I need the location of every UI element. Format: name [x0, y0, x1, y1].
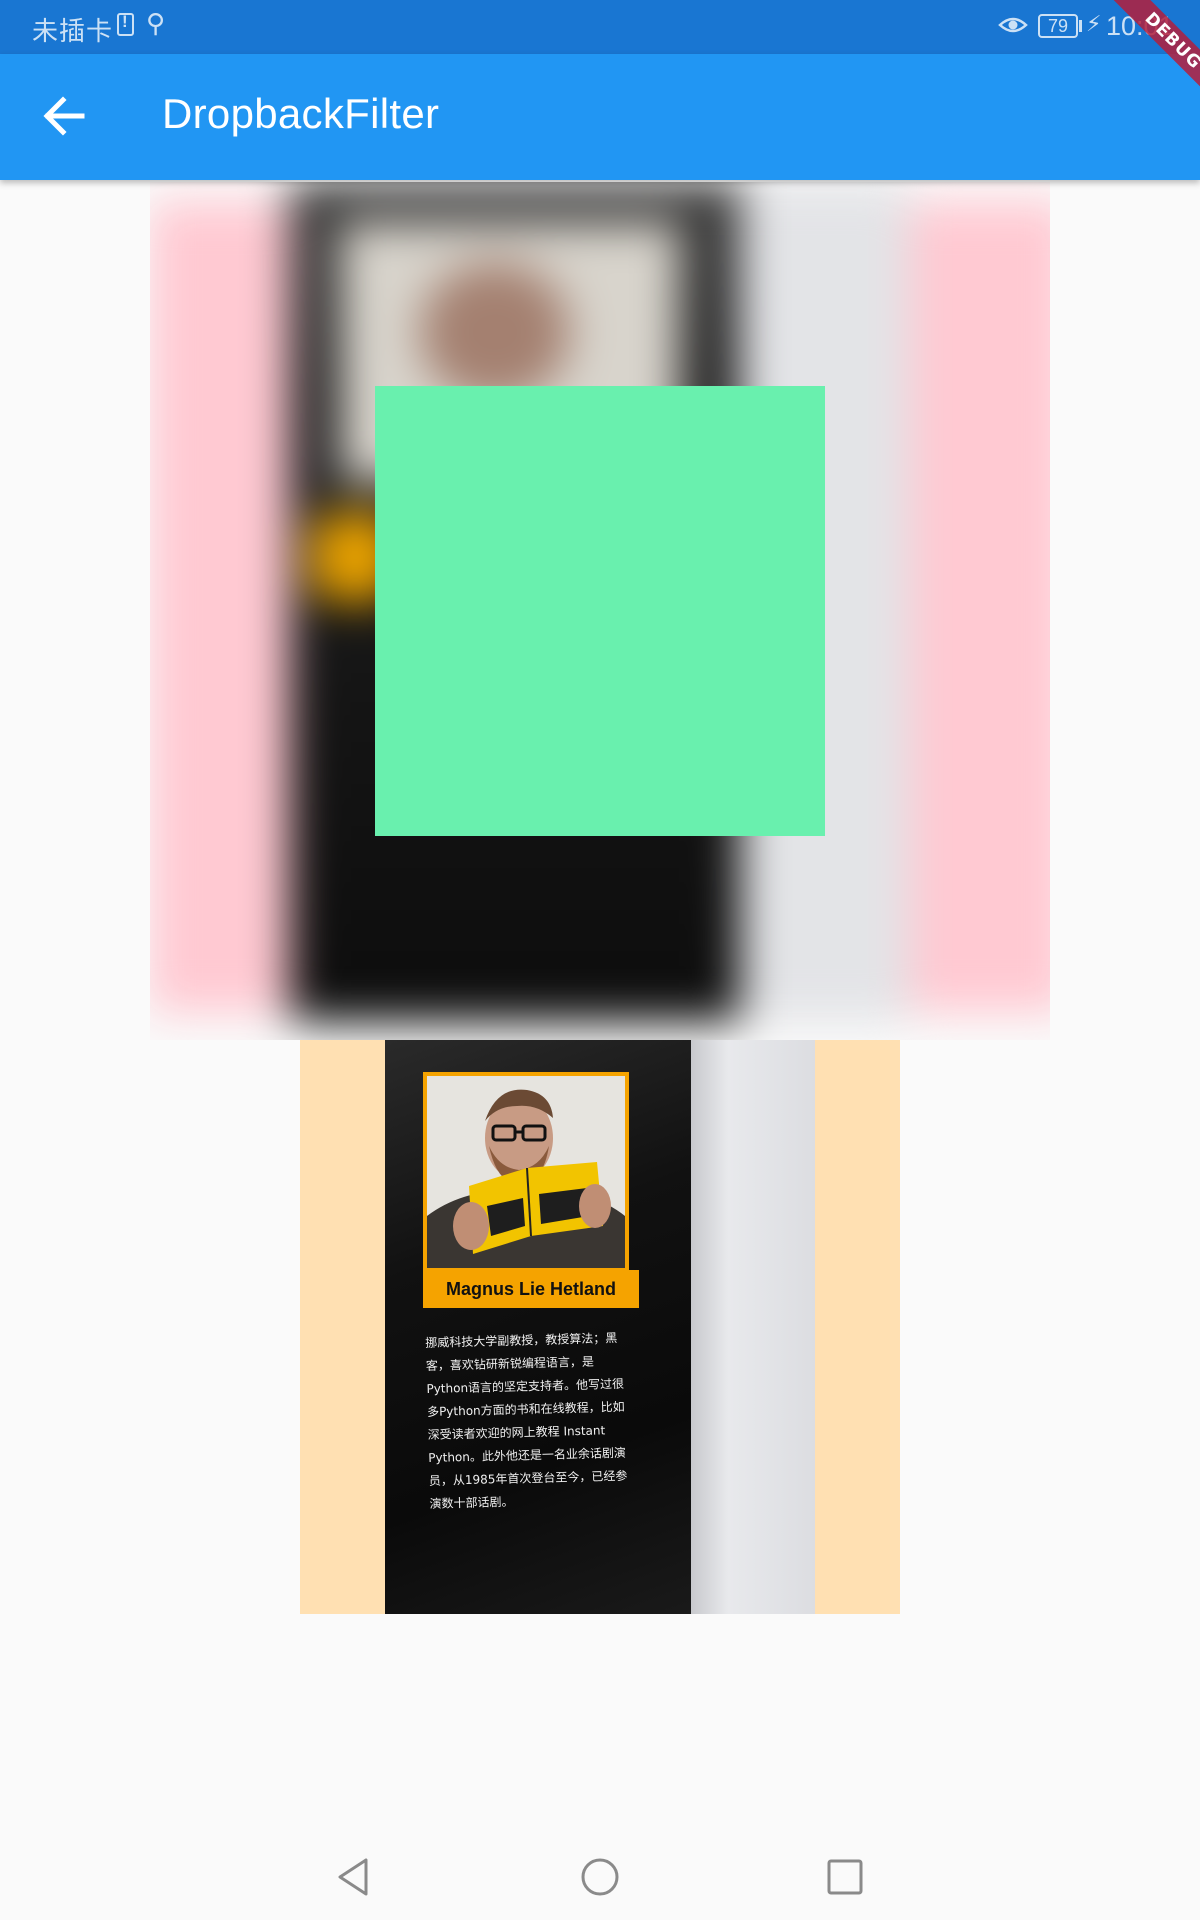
paper-background	[691, 1040, 815, 1614]
nav-recents-icon[interactable]	[820, 1852, 870, 1902]
usb-icon: ⚲	[146, 9, 166, 39]
author-name-plate: Magnus Lie Hetland	[423, 1270, 639, 1308]
image-container: Magnus Lie Hetland 挪威科技大学副教授，教授算法；黑 客，喜欢…	[300, 1040, 900, 1614]
status-bar: 未插卡 ⚲ 79 ⚡ 10:01	[0, 0, 1200, 54]
system-navigation-bar	[0, 1834, 1200, 1920]
nav-home-icon[interactable]	[575, 1852, 625, 1902]
nav-back-icon[interactable]	[330, 1852, 380, 1902]
blurred-pink-left	[150, 202, 310, 1012]
battery-tip	[1079, 20, 1082, 32]
clock: 10:01	[1106, 11, 1174, 41]
app-bar: DropbackFilter	[0, 54, 1200, 180]
author-portrait-image	[427, 1076, 625, 1268]
page-title: DropbackFilter	[162, 90, 440, 137]
sim-alert-icon	[117, 12, 134, 36]
book-photo: Magnus Lie Hetland 挪威科技大学副教授，教授算法；黑 客，喜欢…	[385, 1040, 815, 1614]
battery-icon: 79	[1038, 14, 1078, 38]
author-bio: 挪威科技大学副教授，教授算法；黑 客，喜欢钻研新锐编程语言，是 Python语言…	[425, 1326, 660, 1516]
back-arrow-icon[interactable]	[30, 80, 102, 152]
author-photo	[423, 1072, 629, 1272]
carrier-status: 未插卡	[32, 17, 114, 47]
charging-icon: ⚡	[1086, 12, 1102, 37]
blurred-pink-right	[910, 202, 1050, 1012]
blurred-face	[420, 262, 570, 402]
eye-comfort-icon	[998, 17, 1028, 33]
green-box	[375, 386, 825, 836]
